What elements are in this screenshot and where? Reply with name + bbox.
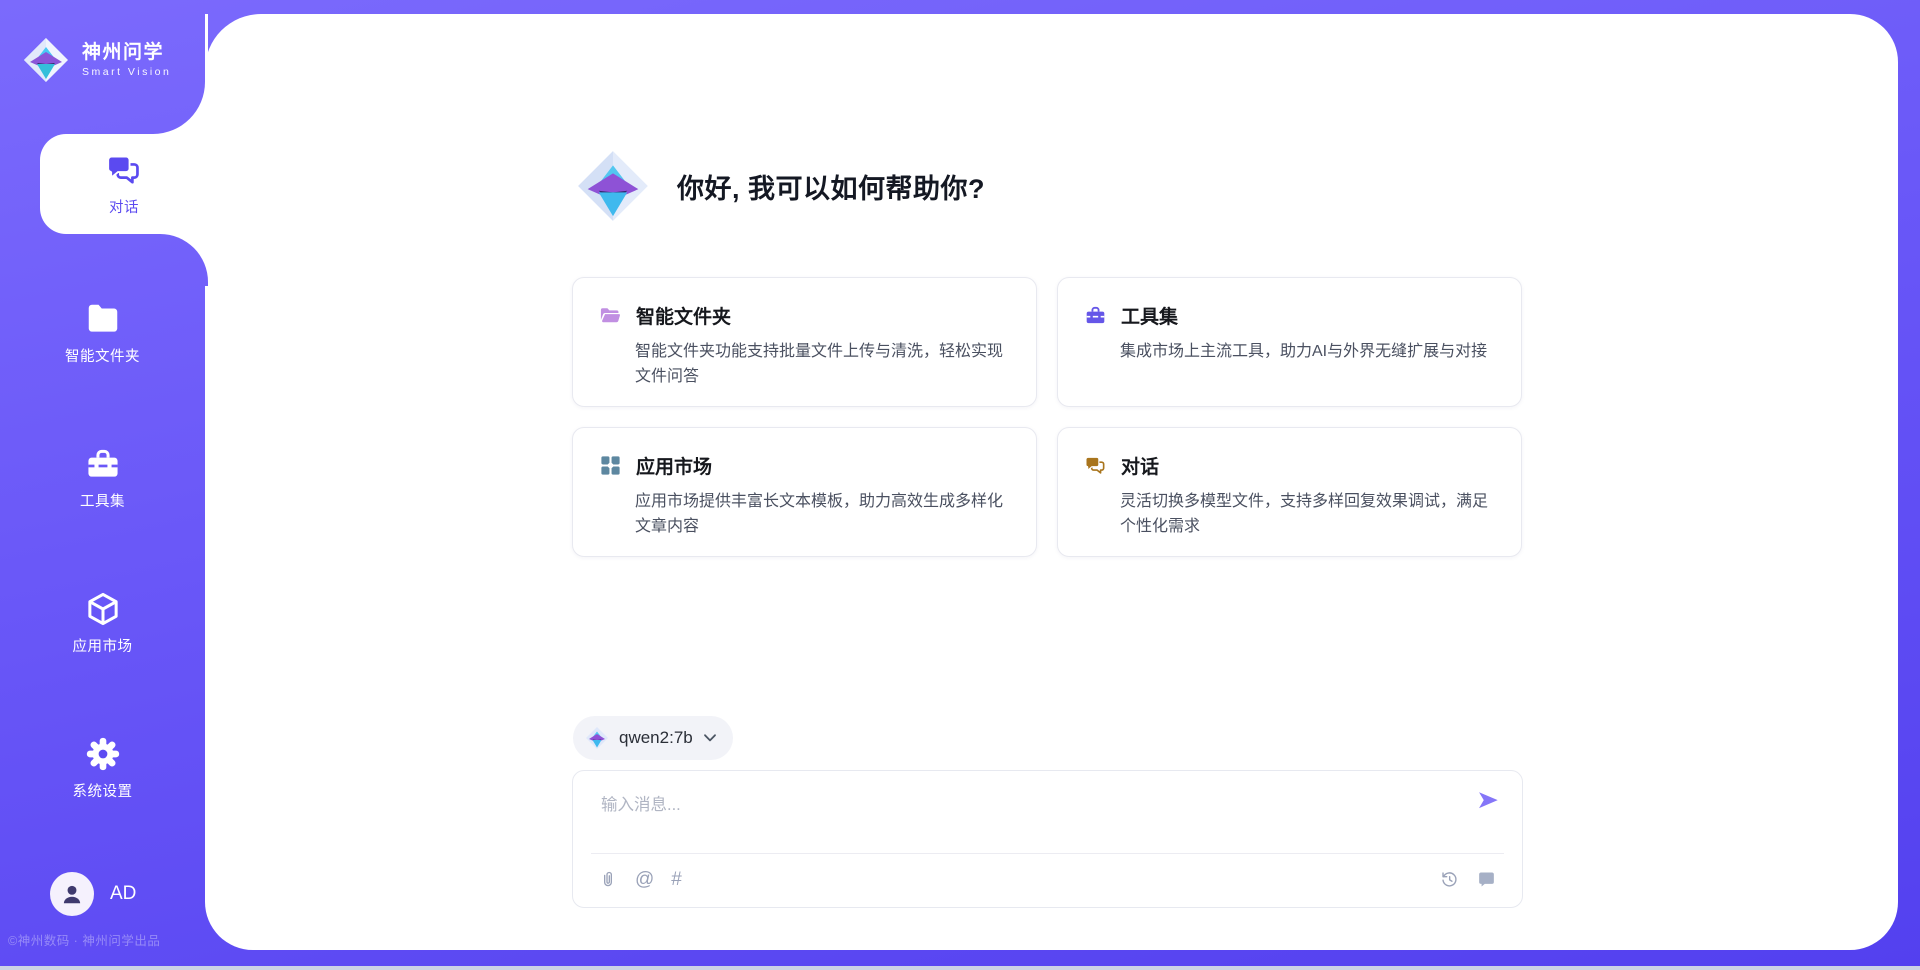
sidebar-item-label: 对话 <box>109 196 139 217</box>
brand-name-en: Smart Vision <box>82 66 171 78</box>
sidebar-footer: ©神州数码 · 神州问学出品 <box>8 930 208 949</box>
sidebar-item-toolset[interactable]: 工具集 <box>0 445 205 511</box>
person-icon <box>59 881 85 907</box>
toolbox-icon <box>84 445 122 483</box>
cube-icon <box>84 590 122 628</box>
send-icon[interactable]: ➤ <box>1476 785 1499 815</box>
sidebar-item-label: 智能文件夹 <box>65 345 140 366</box>
user-name: AD <box>110 883 136 905</box>
sidebar-item-chat[interactable]: 对话 <box>40 134 208 234</box>
hashtag-icon[interactable]: # <box>671 869 682 891</box>
greeting-title: 你好, 我可以如何帮助你? <box>677 167 985 206</box>
assistant-diamond-icon <box>575 148 651 224</box>
message-composer: ➤ @ # <box>572 770 1523 908</box>
greeting: 你好, 我可以如何帮助你? <box>575 148 985 224</box>
history-icon[interactable] <box>1439 869 1460 890</box>
sidebar-item-smart-folder[interactable]: 智能文件夹 <box>0 300 205 366</box>
card-description: 灵活切换多模型文件，支持多样回复效果调试，满足个性化需求 <box>1120 490 1495 540</box>
folder-open-icon <box>599 304 622 327</box>
card-smart-folder[interactable]: 智能文件夹 智能文件夹功能支持批量文件上传与清洗，轻松实现文件问答 <box>572 277 1037 407</box>
card-description: 智能文件夹功能支持批量文件上传与清洗，轻松实现文件问答 <box>635 340 1010 390</box>
avatar <box>50 872 94 916</box>
card-app-market[interactable]: 应用市场 应用市场提供丰富长文本模板，助力高效生成多样化文章内容 <box>572 427 1037 557</box>
folder-icon <box>84 300 122 338</box>
composer-tools-right <box>1439 869 1497 890</box>
card-toolset[interactable]: 工具集 集成市场上主流工具，助力AI与外界无缝扩展与对接 <box>1057 277 1522 407</box>
sidebar-item-app-market[interactable]: 应用市场 <box>0 590 205 656</box>
model-diamond-icon <box>585 726 609 750</box>
brand-diamond-icon <box>22 36 70 84</box>
card-title: 工具集 <box>1121 302 1178 329</box>
attachment-icon[interactable] <box>598 869 618 891</box>
card-description: 应用市场提供丰富长文本模板，助力高效生成多样化文章内容 <box>635 490 1010 540</box>
screen-bottom-edge <box>0 966 1920 970</box>
chat-bubble-icon[interactable] <box>1476 869 1497 890</box>
card-description: 集成市场上主流工具，助力AI与外界无缝扩展与对接 <box>1120 340 1495 365</box>
chat-icon <box>1084 454 1107 477</box>
composer-divider <box>591 853 1504 854</box>
feature-cards: 智能文件夹 智能文件夹功能支持批量文件上传与清洗，轻松实现文件问答 工具集 集成… <box>572 277 1523 557</box>
chat-icon <box>105 151 143 189</box>
model-selector[interactable]: qwen2:7b <box>573 716 733 760</box>
chevron-down-icon <box>703 733 717 743</box>
toolbox-icon <box>1084 304 1107 327</box>
sidebar-item-label: 工具集 <box>80 490 125 511</box>
sidebar-item-label: 系统设置 <box>73 780 133 801</box>
sidebar-item-label: 应用市场 <box>73 635 133 656</box>
card-title: 智能文件夹 <box>636 302 731 329</box>
composer-tools-left: @ # <box>598 869 682 891</box>
user-profile[interactable]: AD <box>50 872 136 916</box>
grid-icon <box>599 454 622 477</box>
mention-icon[interactable]: @ <box>635 869 654 891</box>
gear-icon <box>84 735 122 773</box>
card-title: 对话 <box>1121 452 1159 479</box>
brand-name-cn: 神州问学 <box>82 42 171 64</box>
message-input[interactable] <box>599 783 1453 827</box>
sidebar-item-settings[interactable]: 系统设置 <box>0 735 205 801</box>
card-title: 应用市场 <box>636 452 712 479</box>
model-name: qwen2:7b <box>619 728 693 748</box>
app-logo-block: 神州问学 Smart Vision <box>0 0 205 134</box>
card-chat[interactable]: 对话 灵活切换多模型文件，支持多样回复效果调试，满足个性化需求 <box>1057 427 1522 557</box>
